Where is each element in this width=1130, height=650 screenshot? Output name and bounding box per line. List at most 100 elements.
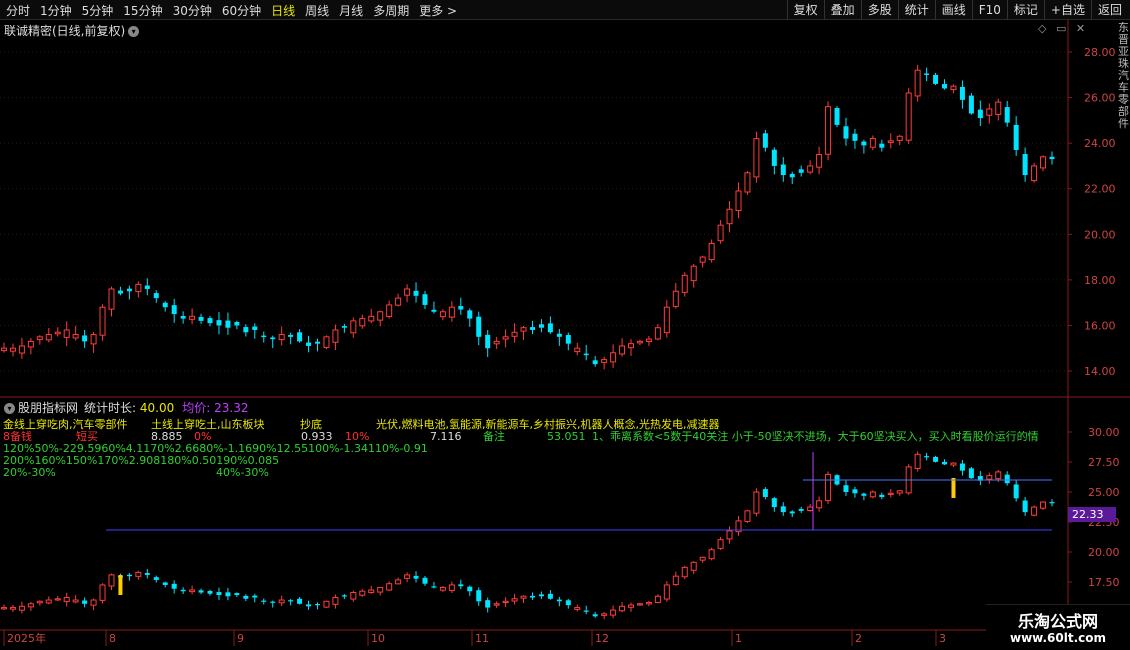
indicator-name[interactable]: 股朋指标网 — [18, 401, 78, 415]
signal-bar — [951, 478, 956, 498]
candle-body — [708, 242, 715, 261]
indicator-candle-body — [914, 453, 921, 470]
candle-body — [198, 317, 204, 321]
indicator-candle-body — [1, 607, 7, 610]
candle-body — [1049, 156, 1055, 160]
candle-body — [395, 297, 402, 306]
watermark-title: 乐淘公式网 — [1017, 612, 1098, 631]
price-tick-label: 22.00 — [1084, 183, 1116, 196]
indicator-tick-label: 30.00 — [1088, 426, 1120, 439]
date-tick-label: 8 — [109, 632, 116, 645]
chart-canvas[interactable]: 28.00 26.00 24.00 22.00 20.00 18.00 16.00 14.00… — [0, 0, 1130, 650]
indicator-candle-body — [458, 584, 464, 587]
indicator-candle-body — [439, 586, 446, 591]
indicator-candle-body — [628, 604, 635, 608]
candle-body — [315, 341, 321, 344]
candle-body — [1004, 107, 1010, 123]
date-tick-label: 2025年 — [7, 631, 46, 645]
indicator-candle-body — [619, 605, 626, 612]
candle-body — [717, 224, 724, 242]
stat-value: 40.00 — [139, 401, 175, 415]
candle-body — [377, 311, 384, 321]
candle-body — [135, 283, 142, 293]
indicator-candle-body — [270, 601, 276, 603]
indicator-candle-body — [198, 590, 204, 593]
indicator-candle-body — [54, 598, 61, 601]
indicator-tick-label: 17.50 — [1088, 576, 1120, 589]
candle-body — [502, 336, 509, 340]
indicator-candle-body — [879, 494, 885, 498]
candle-body — [636, 340, 643, 344]
annotation-l2j: 1、乖离系数<5数于40关注 小于-50坚决不进场，大于60坚决买入，买入时看股… — [592, 431, 1039, 443]
current-price-tag: 22.33 — [1068, 507, 1116, 522]
indicator-candle-body — [144, 573, 150, 575]
indicator-candle-body — [422, 577, 428, 584]
price-tick-label: 28.00 — [1084, 46, 1116, 59]
indicator-candle-body — [126, 574, 132, 577]
indicator-candle-body — [529, 595, 535, 598]
candle-body — [816, 154, 823, 168]
candle-body — [601, 359, 608, 363]
date-tick-label: 1 — [735, 632, 742, 645]
indicator-candle-body — [350, 591, 357, 600]
indicator-candle-body — [359, 590, 366, 596]
candle-body — [556, 333, 562, 337]
candle-body — [45, 334, 52, 341]
candle-body — [18, 345, 25, 354]
date-tick-label: 11 — [475, 632, 489, 645]
candle-body — [583, 353, 589, 356]
indicator-candle-body — [789, 511, 795, 514]
candle-body — [485, 334, 491, 349]
indicator-candle-body — [995, 471, 1002, 480]
candle-body — [1022, 154, 1028, 176]
chevron-down-icon[interactable]: ▾ — [4, 403, 15, 414]
indicator-candle-body — [413, 575, 419, 579]
indicator-candle-body — [636, 603, 643, 606]
candle-body — [610, 352, 617, 363]
indicator-tick-label: 20.00 — [1088, 546, 1120, 559]
candle-body — [493, 340, 500, 345]
candle-body — [413, 290, 419, 296]
candle-body — [261, 335, 267, 338]
candle-body — [72, 334, 79, 339]
signal-bar — [118, 575, 123, 595]
candle-body — [278, 334, 285, 341]
candle-body — [968, 95, 974, 114]
indicator-candle-body — [583, 610, 589, 612]
candle-body — [807, 165, 814, 173]
indicator-candle-body — [825, 473, 832, 502]
indicator-candle-body — [341, 595, 347, 597]
candle-body — [619, 345, 626, 355]
candle-body — [887, 140, 894, 143]
candle-body — [834, 108, 840, 125]
indicator-candle-body — [278, 599, 285, 604]
indicator-candle-body — [82, 600, 88, 604]
indicator-candle-body — [887, 492, 894, 495]
indicator-candle-body — [538, 594, 544, 597]
indicator-candle-body — [950, 462, 957, 466]
candle-body — [90, 334, 97, 345]
indicator-candle-body — [565, 600, 571, 606]
indicator-candle-body — [1049, 502, 1055, 504]
indicator-candle-body — [234, 593, 240, 595]
indicator-candle-body — [476, 590, 482, 602]
candle-body — [592, 360, 598, 365]
date-tick-label: 10 — [371, 632, 385, 645]
candle-body — [574, 347, 581, 353]
indicator-candle-body — [153, 577, 159, 580]
annotation-l5a: 20%-30% — [3, 466, 56, 479]
candle-body — [538, 324, 544, 328]
candle-body — [511, 331, 518, 337]
indicator-candle-body — [547, 593, 553, 599]
indicator-candle-body — [511, 598, 518, 602]
indicator-candle-body — [753, 491, 760, 514]
candle-body — [735, 190, 742, 212]
indicator-candle-body — [942, 461, 948, 465]
indicator-candle-body — [431, 586, 437, 588]
indicator-candle-body — [18, 605, 25, 611]
candle-body — [153, 293, 159, 299]
candle-body — [332, 329, 339, 343]
candle-body — [529, 327, 535, 330]
price-tick-label: 26.00 — [1084, 92, 1116, 105]
candle-body — [726, 208, 733, 225]
